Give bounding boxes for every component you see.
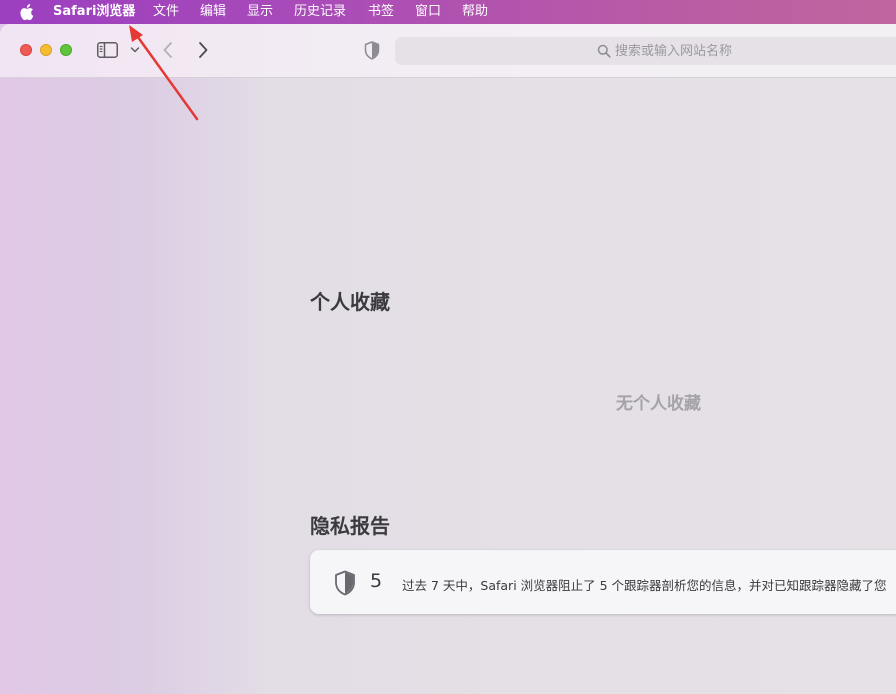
favorites-empty-message: 无个人收藏	[616, 394, 701, 414]
privacy-shield-icon[interactable]	[364, 41, 380, 60]
menu-view[interactable]: 显示	[247, 4, 273, 20]
maximize-window-button[interactable]	[60, 44, 72, 56]
menu-history[interactable]: 历史记录	[294, 4, 346, 20]
close-window-button[interactable]	[20, 44, 32, 56]
menu-app-name[interactable]: Safari浏览器	[53, 4, 135, 20]
back-icon[interactable]	[162, 41, 174, 59]
address-bar[interactable]	[395, 37, 896, 65]
start-page: 个人收藏 无个人收藏 隐私报告 5 过去 7 天中，Safari 浏览器阻止了 …	[0, 78, 896, 694]
privacy-report-card[interactable]: 5 过去 7 天中，Safari 浏览器阻止了 5 个跟踪器剖析您的信息，并对已…	[310, 550, 896, 614]
minimize-window-button[interactable]	[40, 44, 52, 56]
menu-window[interactable]: 窗口	[415, 4, 441, 20]
menu-bar: Safari浏览器 文件 编辑 显示 历史记录 书签 窗口 帮助	[0, 0, 896, 24]
sidebar-icon[interactable]	[97, 42, 118, 58]
menu-edit[interactable]: 编辑	[200, 4, 226, 20]
apple-icon[interactable]	[18, 3, 34, 21]
forward-icon[interactable]	[197, 41, 209, 59]
privacy-shield-icon	[335, 570, 355, 596]
privacy-report-message: 过去 7 天中，Safari 浏览器阻止了 5 个跟踪器剖析您的信息，并对已知跟…	[402, 578, 887, 593]
browser-toolbar	[0, 24, 896, 78]
menu-file[interactable]: 文件	[153, 4, 179, 20]
menu-help[interactable]: 帮助	[462, 4, 488, 20]
address-input[interactable]	[615, 42, 865, 60]
search-icon	[597, 44, 611, 58]
menu-bookmarks[interactable]: 书签	[368, 4, 394, 20]
privacy-report-title: 隐私报告	[310, 514, 390, 538]
tracker-count: 5	[370, 570, 383, 592]
chevron-down-icon[interactable]	[130, 46, 140, 54]
favorites-title: 个人收藏	[310, 290, 390, 314]
